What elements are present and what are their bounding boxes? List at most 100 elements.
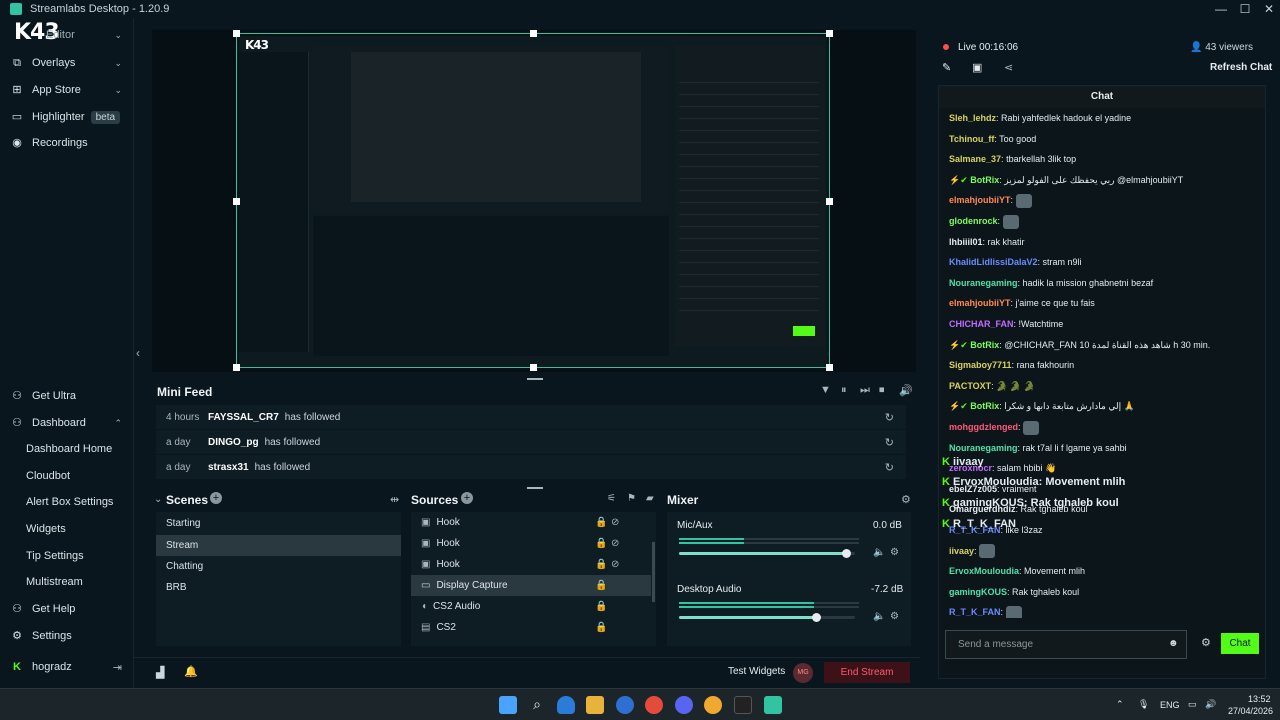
volume-slider[interactable] (679, 549, 855, 558)
gear-icon[interactable]: ⚙ (901, 493, 911, 506)
display-capture-preview[interactable]: K43 (233, 30, 833, 371)
resize-handle[interactable] (233, 30, 240, 37)
sidebar-item-get-help[interactable]: ⚇ Get Help (0, 596, 134, 622)
source-item[interactable]: ▣ Hook 🔒 ⊘ (411, 533, 651, 554)
sidebar-item-editor[interactable]: Editor ⌄ (0, 22, 134, 48)
sidebar-item-cloudbot[interactable]: Cloudbot (26, 465, 70, 487)
chat-username[interactable]: gamingKOUS (949, 587, 1007, 597)
sidebar-item-tip-settings[interactable]: Tip Settings (26, 545, 84, 567)
volume-slider[interactable] (679, 613, 855, 622)
chat-username[interactable]: mohggdzlenged (949, 422, 1018, 432)
lock-icon[interactable]: 🔒 (595, 617, 607, 638)
minimize-icon[interactable]: — (1210, 0, 1232, 18)
defender-icon[interactable] (557, 696, 575, 714)
mute-icon[interactable]: ⏹ (879, 384, 885, 397)
drag-handle[interactable] (527, 487, 543, 489)
volume-slider-knob[interactable] (842, 549, 852, 558)
chat-username[interactable]: Salmane_37 (949, 154, 1001, 164)
pause-icon[interactable]: ⏸ (841, 384, 847, 397)
sidebar-item-overlays[interactable]: ⧉ Overlays ⌄ (0, 50, 134, 76)
logout-icon[interactable]: ⇥ (113, 661, 122, 674)
skip-icon[interactable]: ⏭ (860, 384, 870, 397)
chat-username[interactable]: BotRix (970, 401, 999, 411)
volume-slider-knob[interactable] (812, 613, 822, 622)
lock-icon[interactable]: 🔒 (595, 533, 607, 554)
sidebar-item-user[interactable]: K hogradz ⇥ (0, 654, 134, 680)
chat-username[interactable]: Nouranegaming (949, 278, 1018, 288)
language-indicator[interactable]: ENG (1160, 700, 1180, 710)
test-widgets-button[interactable]: Test Widgets (728, 666, 785, 677)
collapse-left-icon[interactable]: ‹ (136, 346, 140, 360)
network-icon[interactable]: ▭ (1188, 699, 1197, 710)
add-source-icon[interactable]: + (461, 492, 473, 504)
close-icon[interactable]: ✕ (1258, 0, 1280, 18)
avatar[interactable]: MG (793, 663, 813, 683)
folder-icon[interactable]: ▰ (646, 493, 654, 504)
chat-username[interactable]: lhbiiil01 (949, 237, 983, 247)
source-item-selected[interactable]: ▭ Display Capture 🔒 (411, 575, 651, 596)
lock-icon[interactable]: 🔒 (595, 554, 607, 575)
chat-send-button[interactable]: Chat (1221, 633, 1259, 654)
resize-handle[interactable] (826, 30, 833, 37)
taskbar-time[interactable]: 13:52 (1248, 694, 1271, 704)
resize-handle[interactable] (530, 30, 537, 37)
chat-username[interactable]: R_T_K_FAN (949, 607, 1001, 617)
lock-icon[interactable]: 🔒 (595, 575, 607, 596)
scene-item-stream[interactable]: Stream (156, 535, 401, 556)
taskbar-date[interactable]: 27/04/2026 (1228, 706, 1273, 716)
share-icon[interactable]: ⋖ (1004, 61, 1013, 74)
gear-icon[interactable]: ⚙ (890, 611, 899, 622)
source-item[interactable]: ▤ CS2 🔒 (411, 617, 651, 638)
chat-username[interactable]: BotRix (970, 340, 999, 350)
search-icon[interactable]: ⌕ (528, 696, 546, 714)
source-item[interactable]: ▣ Hook 🔒 ⊘ (411, 554, 651, 575)
chevron-up-icon[interactable]: ⌃ (1116, 699, 1124, 710)
sidebar-item-app-store[interactable]: ⊞ App Store ⌄ (0, 77, 134, 103)
emoji-icon[interactable]: ☻ (1168, 638, 1179, 649)
filters-icon[interactable]: ⚟ (607, 493, 616, 504)
file-explorer-icon[interactable] (586, 696, 604, 714)
edge-icon[interactable] (616, 696, 634, 714)
speaker-icon[interactable]: 🔈 (873, 611, 885, 622)
sidebar-item-alert-box-settings[interactable]: Alert Box Settings (26, 491, 113, 513)
filter-icon[interactable]: ▼ (820, 384, 831, 396)
chat-username[interactable]: iivaay (949, 546, 974, 556)
chat-input[interactable]: Send a message ☻ (945, 630, 1187, 659)
chat-username[interactable]: KhalidLidlissiDalaV2 (949, 257, 1038, 267)
speaker-icon[interactable]: 🔈 (873, 547, 885, 558)
sources-scrollbar[interactable] (652, 542, 655, 602)
scene-item-chatting[interactable]: Chatting (156, 556, 401, 577)
sidebar-item-multistream[interactable]: Multistream (26, 571, 83, 593)
chat-username[interactable]: elmahjoubiiYT (949, 298, 1011, 308)
resize-handle[interactable] (233, 198, 240, 205)
discord-icon[interactable] (675, 696, 693, 714)
notification-bell-icon[interactable]: 🔔 (184, 665, 198, 678)
replay-icon[interactable]: ↻ (885, 436, 894, 449)
hidden-eye-icon[interactable]: ⊘ (611, 554, 619, 575)
windows-start-icon[interactable] (499, 696, 517, 714)
chevron-down-icon[interactable]: ⌄ (154, 494, 162, 505)
chat-username[interactable]: Nouranegaming (949, 443, 1018, 453)
chat-username[interactable]: BotRix (970, 175, 999, 185)
replay-icon[interactable]: ↻ (885, 411, 894, 424)
chat-username[interactable]: PACTOXT (949, 381, 991, 391)
epic-games-icon[interactable] (734, 696, 752, 714)
sidebar-item-get-ultra[interactable]: ⚇ Get Ultra (0, 383, 134, 409)
transition-icon[interactable]: ⇹ (390, 493, 399, 506)
chat-username[interactable]: CHICHAR_FAN (949, 319, 1014, 329)
chrome-icon[interactable] (645, 696, 663, 714)
streamlabs-taskbar-icon[interactable] (764, 696, 782, 714)
sidebar-item-highlighter[interactable]: ▭ Highlighter beta (0, 104, 134, 130)
lock-icon[interactable]: 🔒 (595, 512, 607, 533)
resize-handle[interactable] (233, 364, 240, 371)
hidden-eye-icon[interactable]: ⊘ (611, 533, 619, 554)
volume-icon[interactable]: 🔊 (899, 384, 913, 397)
replay-icon[interactable]: ↻ (885, 461, 894, 474)
scene-item-starting[interactable]: Starting (156, 513, 401, 534)
sidebar-item-settings[interactable]: ⚙ Settings (0, 623, 134, 649)
edit-icon[interactable]: ✎ (942, 61, 951, 74)
chat-username[interactable]: elmahjoubiiYT (949, 195, 1011, 205)
gear-icon[interactable]: ⚙ (1201, 636, 1211, 649)
sidebar-item-dashboard[interactable]: ⚇ Dashboard ⌃ (0, 410, 134, 436)
chat-username[interactable]: Tchinou_ff (949, 134, 994, 144)
